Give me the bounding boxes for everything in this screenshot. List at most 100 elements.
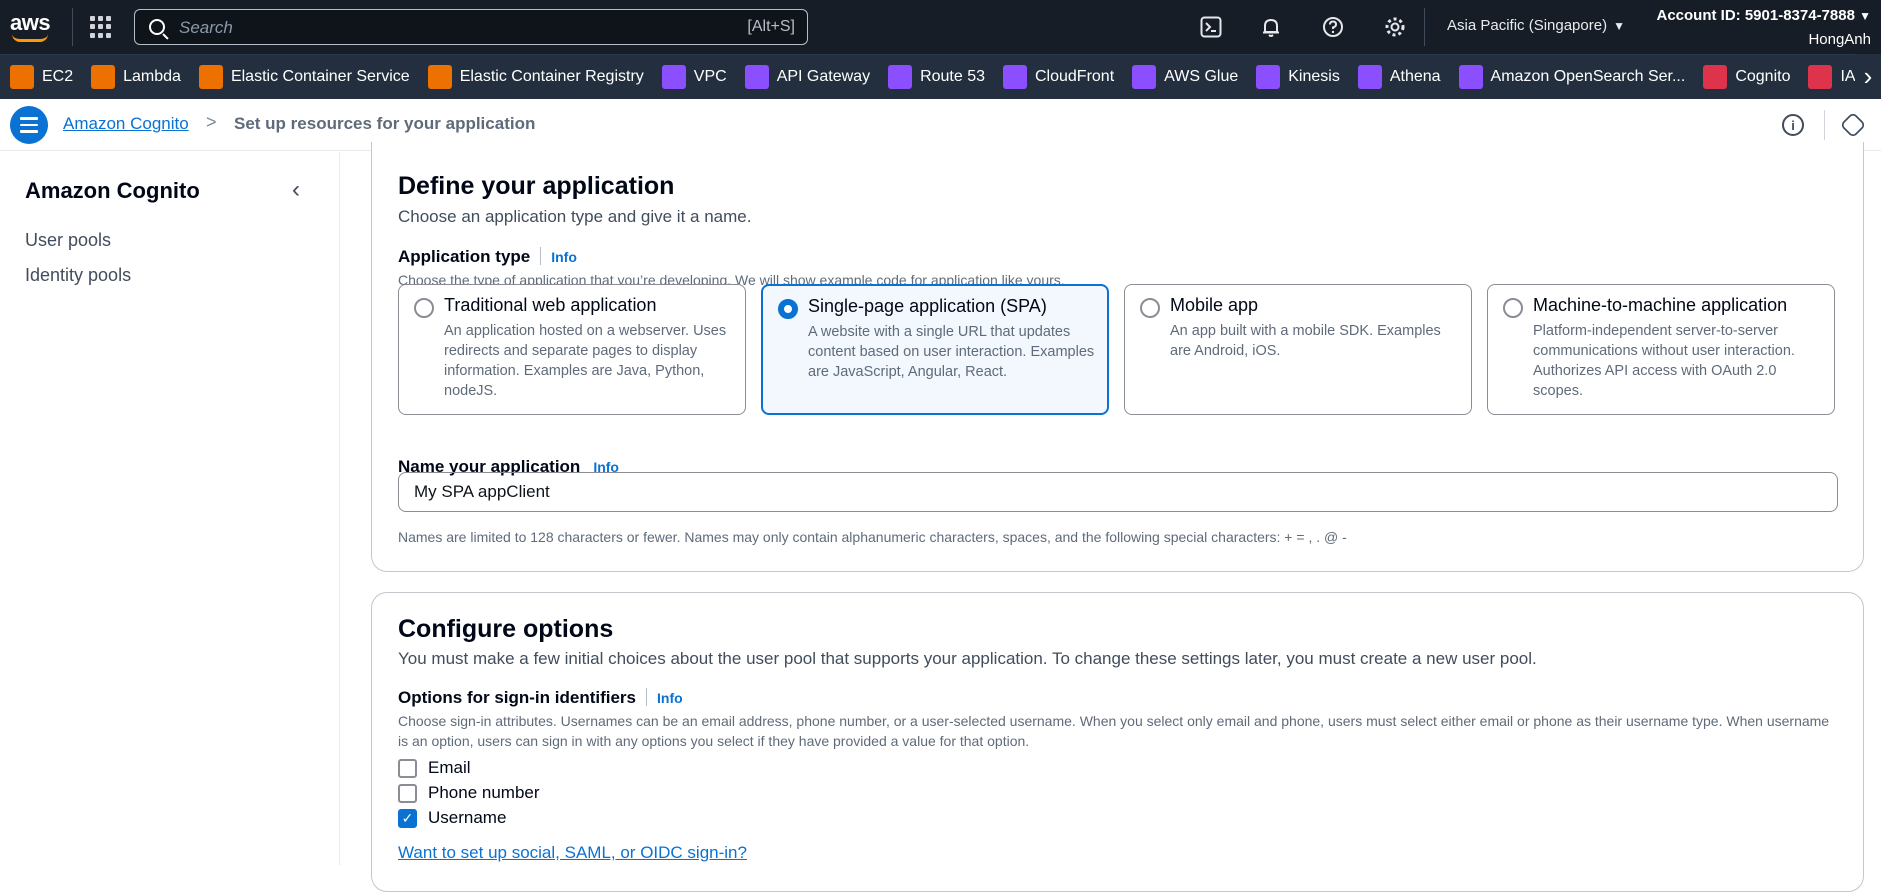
- divider: [1824, 110, 1825, 140]
- favorite-label: Cognito: [1735, 68, 1791, 85]
- chevron-right-icon[interactable]: ›: [1855, 54, 1881, 99]
- favorite-aws-glue[interactable]: AWS Glue: [1132, 55, 1239, 99]
- favorite-amazon-opensearch-ser[interactable]: Amazon OpenSearch Ser...: [1458, 55, 1685, 99]
- breadcrumb-link-cognito[interactable]: Amazon Cognito: [63, 114, 189, 134]
- favorite-elastic-container-service[interactable]: Elastic Container Service: [198, 55, 410, 99]
- search-icon: [149, 19, 165, 35]
- favorite-ec2[interactable]: EC2: [10, 55, 74, 99]
- info-panel-icon[interactable]: i: [1782, 114, 1804, 136]
- application-name-help: Names are limited to 128 characters or f…: [398, 529, 1347, 545]
- service-icon: [1132, 65, 1157, 89]
- checkbox-username[interactable]: ✓ Username: [398, 808, 506, 828]
- radio-button[interactable]: [414, 298, 434, 318]
- info-link[interactable]: Info: [551, 249, 577, 265]
- aws-logo[interactable]: aws: [10, 12, 56, 44]
- breadcrumb-separator-icon: >: [206, 112, 217, 132]
- favorite-elastic-container-registry[interactable]: Elastic Container Registry: [427, 55, 644, 99]
- gear-icon[interactable]: [1382, 14, 1408, 40]
- tile-title: Traditional web application: [444, 295, 657, 315]
- service-icon: [427, 65, 452, 89]
- checkbox-phone-number[interactable]: Phone number: [398, 783, 540, 803]
- service-icon: [888, 65, 913, 89]
- social-signin-link[interactable]: Want to set up social, SAML, or OIDC sig…: [398, 843, 747, 863]
- aws-smile-icon: [12, 34, 48, 42]
- sidenav-title: Amazon Cognito: [25, 178, 200, 203]
- side-navigation: Amazon Cognito ‹ User pools Identity poo…: [0, 152, 340, 865]
- favorite-lambda[interactable]: Lambda: [91, 55, 181, 99]
- checkbox[interactable]: [398, 758, 417, 778]
- help-icon[interactable]: [1320, 14, 1346, 40]
- radio-button[interactable]: [1503, 298, 1523, 318]
- menu-toggle-button[interactable]: [10, 106, 48, 144]
- favorite-label: AWS Glue: [1164, 68, 1239, 85]
- tile-description: An application hosted on a webserver. Us…: [444, 323, 727, 399]
- app-type-tile-traditional[interactable]: Traditional web application An applicati…: [398, 284, 746, 415]
- favorites-bar: EC2 Lambda Elastic Container Service Elasti…: [0, 54, 1881, 99]
- services-grid-icon[interactable]: [90, 16, 112, 38]
- panel-title: Configure options: [398, 615, 614, 643]
- tile-description: A website with a single URL that updates…: [808, 324, 1095, 380]
- service-icon: [1703, 65, 1728, 89]
- application-name-input[interactable]: My SPA appClient: [398, 472, 1838, 512]
- checkbox-email[interactable]: Email: [398, 758, 471, 778]
- favorite-label: Elastic Container Service: [230, 68, 410, 85]
- radio-button[interactable]: [1140, 298, 1160, 318]
- favorite-label: EC2: [42, 68, 74, 85]
- service-icon: [91, 65, 116, 89]
- application-type-text: Application type: [398, 247, 531, 266]
- favorite-label: Kinesis: [1288, 68, 1340, 85]
- aws-logo-text: aws: [10, 10, 51, 35]
- checkbox-checked[interactable]: ✓: [398, 808, 417, 828]
- app-type-tile-mobile[interactable]: Mobile app An app built with a mobile SD…: [1124, 284, 1472, 415]
- panel-title: Define your application: [398, 172, 675, 200]
- favorite-label: Route 53: [920, 68, 985, 85]
- service-icon: [744, 65, 769, 89]
- favorite-label: Athena: [1389, 68, 1441, 85]
- app-type-tile-m2m[interactable]: Machine-to-machine application Platform-…: [1487, 284, 1835, 415]
- service-icon: [1003, 65, 1027, 89]
- define-application-panel: Define your application Choose an applic…: [371, 142, 1864, 572]
- search-bar[interactable]: Search [Alt+S]: [134, 9, 808, 45]
- divider: [1424, 8, 1425, 46]
- favorite-athena[interactable]: Athena: [1357, 55, 1441, 99]
- signin-identifiers-label: Options for sign-in identifiers Info: [398, 688, 683, 708]
- region-label: Asia Pacific (Singapore): [1447, 17, 1608, 34]
- bell-icon[interactable]: [1258, 14, 1284, 40]
- app-type-tile-spa[interactable]: Single-page application (SPA) A website …: [761, 284, 1109, 415]
- tile-title: Mobile app: [1170, 295, 1259, 315]
- cloudshell-icon[interactable]: [1198, 14, 1224, 40]
- chevron-left-icon[interactable]: ‹: [292, 176, 300, 204]
- application-type-label: Application type Info: [398, 247, 577, 267]
- panel-description: You must make a few initial choices abou…: [398, 649, 1537, 668]
- sidenav-item-user-pools[interactable]: User pools: [25, 230, 111, 251]
- sidenav-item-identity-pools[interactable]: Identity pools: [25, 265, 131, 286]
- favorite-label: CloudFront: [1035, 68, 1115, 85]
- service-icon: [198, 65, 223, 89]
- radio-button-selected[interactable]: [778, 299, 798, 319]
- tile-title: Single-page application (SPA): [808, 296, 1047, 316]
- service-icon: [1458, 65, 1483, 89]
- favorite-api-gateway[interactable]: API Gateway: [744, 55, 870, 99]
- top-navigation: aws Search [Alt+S] Asia Pacific (Singapo…: [0, 0, 1881, 54]
- favorite-label: Lambda: [123, 68, 181, 85]
- checkbox-label: Phone number: [428, 783, 540, 802]
- tile-description: An app built with a mobile SDK. Examples…: [1170, 323, 1441, 359]
- favorite-route-53[interactable]: Route 53: [888, 55, 985, 99]
- service-icon: [1808, 65, 1833, 89]
- favorite-cognito[interactable]: Cognito: [1703, 55, 1791, 99]
- search-placeholder: Search: [179, 18, 233, 37]
- panel-description: Choose an application type and give it a…: [398, 207, 752, 226]
- tile-title: Machine-to-machine application: [1533, 295, 1788, 315]
- info-link[interactable]: Info: [657, 690, 683, 706]
- checkbox[interactable]: [398, 783, 417, 803]
- account-menu[interactable]: Account ID: 5901-8374-7888 ▼ HongAnh: [1657, 4, 1872, 51]
- region-selector[interactable]: Asia Pacific (Singapore) ▼: [1447, 17, 1625, 34]
- favorite-label: Elastic Container Registry: [459, 68, 644, 85]
- checkbox-label: Username: [428, 808, 507, 827]
- favorite-cloudfront[interactable]: CloudFront: [1003, 55, 1115, 99]
- service-icon: [1256, 65, 1281, 89]
- favorite-vpc[interactable]: VPC: [661, 55, 727, 99]
- favorite-kinesis[interactable]: Kinesis: [1256, 55, 1340, 99]
- service-icon: [661, 65, 686, 89]
- checkbox-label: Email: [428, 758, 471, 777]
